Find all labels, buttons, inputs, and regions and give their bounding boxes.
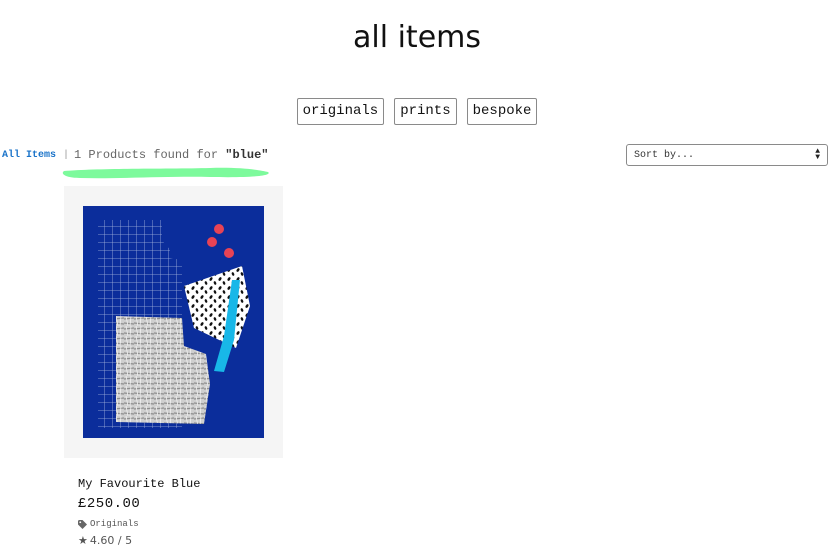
- product-category: Originals: [78, 519, 139, 529]
- results-query: "blue": [225, 148, 269, 162]
- product-rating: ★ 4.60 / 5: [78, 534, 132, 547]
- tag-icon: [78, 519, 87, 529]
- star-icon: ★: [78, 534, 88, 547]
- breadcrumb-all-items-link[interactable]: All Items: [2, 150, 56, 161]
- category-button-bespoke[interactable]: bespoke: [466, 98, 538, 125]
- product-card[interactable]: My Favourite Blue £250.00 Originals ★ 4.…: [64, 186, 284, 547]
- product-name[interactable]: My Favourite Blue: [78, 477, 200, 491]
- product-image[interactable]: [64, 186, 283, 458]
- product-price: £250.00: [78, 496, 141, 512]
- select-arrows-icon: ▲ ▼: [815, 147, 820, 162]
- category-button-originals[interactable]: originals: [296, 98, 385, 125]
- breadcrumb-separator: |: [63, 149, 70, 161]
- results-count: 1 Products found for "blue": [74, 148, 268, 162]
- sort-select[interactable]: Sort by... ▲ ▼: [626, 144, 828, 166]
- highlight-underline: [62, 167, 269, 179]
- results-prefix: 1 Products found for: [74, 148, 226, 162]
- breadcrumb: All Items | 1 Products found for "blue": [2, 148, 268, 162]
- category-nav: originals prints bespoke: [0, 98, 834, 125]
- product-category-label: Originals: [90, 519, 139, 529]
- sort-select-value: Sort by...: [634, 149, 695, 161]
- product-rating-value: 4.60 / 5: [89, 534, 133, 547]
- page-title: all items: [353, 20, 481, 55]
- category-button-prints[interactable]: prints: [394, 98, 457, 125]
